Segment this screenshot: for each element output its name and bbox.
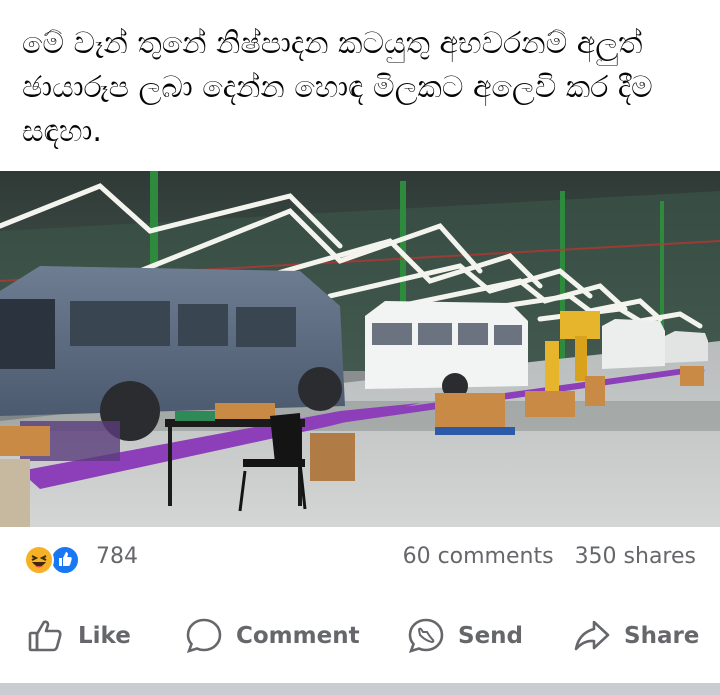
comments-count[interactable]: 60 comments (403, 544, 554, 569)
like-button[interactable]: Like (26, 606, 131, 666)
reaction-count[interactable]: 784 (96, 544, 138, 569)
factory-van-assembly-image (0, 171, 720, 527)
comment-button[interactable]: Comment (184, 606, 360, 666)
post-text: මේ වෑන් තුනේ නිෂ්පාදන කටයුතු අභවරනම් අලු… (22, 26, 653, 149)
haha-emoji-icon (24, 545, 54, 575)
share-arrow-icon (572, 616, 612, 656)
like-label: Like (78, 623, 131, 649)
like-thumb-icon (50, 545, 80, 575)
share-label: Share (624, 623, 700, 649)
messenger-send-icon (406, 616, 446, 656)
send-button[interactable]: Send (406, 606, 523, 666)
reaction-summary: 784 60 comments 350 shares (0, 540, 720, 582)
post-photo[interactable] (0, 171, 720, 527)
like-thumb-outline-icon (26, 616, 66, 656)
post-action-bar: Like Comment Send Share (0, 606, 720, 666)
send-label: Send (458, 623, 524, 649)
section-divider (0, 683, 720, 695)
comment-bubble-icon (184, 616, 224, 656)
shares-count[interactable]: 350 shares (575, 544, 696, 569)
comment-label: Comment (236, 623, 360, 649)
share-button[interactable]: Share (572, 606, 699, 666)
